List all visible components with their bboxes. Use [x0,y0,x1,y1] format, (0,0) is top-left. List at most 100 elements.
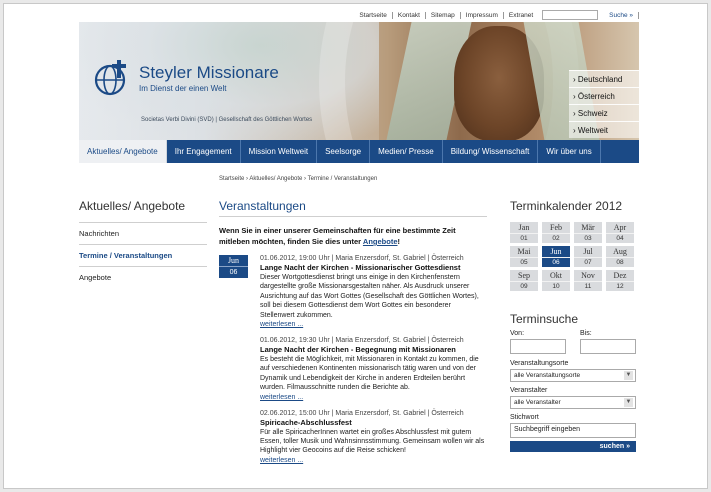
topnav-extranet[interactable]: Extranet [504,12,538,19]
to-label: Bis: [580,330,592,337]
organizer-select-value: alle Veranstalter [514,399,561,406]
organizer-label: Veranstalter [510,387,548,394]
country-link-deutschland[interactable]: › Deutschland [569,70,639,87]
calendar-title: Terminkalender 2012 [510,199,623,213]
topnav-kontakt[interactable]: Kontakt [393,11,426,19]
sidebar-item-angebote[interactable]: Angebote [79,266,207,288]
date-box: Jun 06 [219,255,248,278]
location-select[interactable]: alle Veranstaltungsorte ▼ [510,369,636,382]
intro-text-end: ! [397,237,401,246]
month-calendar: Jan 01 Feb 02 Mär 03 Apr 04 Mai 05 Jun 06 Jul 0… [510,222,636,291]
calendar-month-mar[interactable]: Mär 03 [574,222,602,243]
calendar-month-label: Mai [510,246,538,258]
brand-name: Steyler Missionare [139,63,279,82]
nav-wir-ueber-uns[interactable]: Wir über uns [538,140,601,163]
nav-aktuelles-angebote[interactable]: Aktuelles/ Angebote [79,140,167,163]
chevron-down-icon: ▼ [624,371,633,380]
calendar-month-sep[interactable]: Sep 09 [510,270,538,291]
intro-text-body: Wenn Sie in einer unserer Gemeinschaften… [219,226,456,246]
topnav-startseite[interactable]: Startseite [354,11,393,19]
nav-mission-weltweit[interactable]: Mission Weltweit [241,140,318,163]
date-box-month: Jun [219,255,248,267]
intro-text: Wenn Sie in einer unserer Gemeinschaften… [219,225,487,247]
calendar-month-label: Okt [542,270,570,282]
country-link-schweiz[interactable]: › Schweiz [569,104,639,121]
intro-link-angebote[interactable]: Angebote [363,237,398,246]
calendar-month-label: Dez [606,270,634,282]
date-range-labels: Von: Bis: [510,329,636,339]
calendar-month-label: Feb [542,222,570,234]
event-title[interactable]: Lange Nacht der Kirchen - Missionarische… [260,263,487,273]
right-sidebar: Terminkalender 2012 Jan 01 Feb 02 Mär 03 Ap… [510,199,636,452]
calendar-month-mai[interactable]: Mai 05 [510,246,538,267]
event-item: Jun 06 01.06.2012, 19:00 Uhr | Maria Enz… [219,254,487,329]
calendar-month-aug[interactable]: Aug 08 [606,246,634,267]
event-body: Es besteht die Möglichkeit, mit Missiona… [260,356,479,392]
event-body: Dieser Wortgottesdienst bringt uns einig… [260,274,479,319]
nav-ihr-engagement[interactable]: Ihr Engagement [167,140,241,163]
topnav-sitemap[interactable]: Sitemap [426,11,461,19]
calendar-month-jul[interactable]: Jul 07 [574,246,602,267]
event-read-more[interactable]: weiterlesen ... [260,456,487,465]
site-search-input[interactable] [542,10,599,20]
location-select-value: alle Veranstaltungsorte [514,372,581,379]
event-meta: 02.06.2012, 15:00 Uhr | Maria Enzersdorf… [260,409,464,417]
calendar-month-number: 03 [584,235,592,242]
calendar-month-nov[interactable]: Nov 11 [574,270,602,291]
date-range-inputs [510,339,636,354]
event-search-title: Terminsuche [510,312,579,326]
page-title: Veranstaltungen [219,199,487,217]
event-meta: 01.06.2012, 19:30 Uhr | Maria Enzersdorf… [260,337,464,345]
calendar-month-apr[interactable]: Apr 04 [606,222,634,243]
calendar-month-feb[interactable]: Feb 02 [542,222,570,243]
sidebar-item-termine[interactable]: Termine / Veranstaltungen [79,244,207,266]
main-nav: Aktuelles/ Angebote Ihr Engagement Missi… [79,140,639,163]
site-search-button[interactable]: Suche » [604,11,639,19]
calendar-month-label: Jul [574,246,602,258]
calendar-month-jun[interactable]: Jun 06 [542,246,570,267]
calendar-month-label: Mär [574,222,602,234]
country-link-oesterreich[interactable]: › Österreich [569,87,639,104]
chevron-down-icon: ▼ [624,398,633,407]
event-meta: 01.06.2012, 19:00 Uhr | Maria Enzersdorf… [260,255,464,262]
calendar-month-number: 04 [616,235,624,242]
event-read-more[interactable]: weiterlesen ... [260,320,487,329]
page-frame: Startseite Kontakt Sitemap Impressum Ext… [3,3,708,489]
calendar-month-jan[interactable]: Jan 01 [510,222,538,243]
to-date-input[interactable] [580,339,636,354]
globe-cross-icon [94,60,126,96]
event-read-more[interactable]: weiterlesen ... [260,393,487,402]
calendar-month-number: 07 [584,259,592,266]
calendar-month-number: 11 [584,283,592,290]
event-title[interactable]: Lange Nacht der Kirchen - Begegnung mit … [260,345,487,355]
location-label: Veranstaltungsorte [510,360,569,367]
sidebar-item-nachrichten[interactable]: Nachrichten [79,222,207,244]
country-links: › Deutschland › Österreich › Schweiz › W… [569,70,639,138]
country-link-weltweit[interactable]: › Weltweit [569,121,639,138]
calendar-month-number: 08 [616,259,624,266]
sidebar-title: Aktuelles/ Angebote [79,199,186,213]
nav-seelsorge[interactable]: Seelsorge [317,140,371,163]
calendar-month-number: 02 [552,235,560,242]
calendar-month-dez[interactable]: Dez 12 [606,270,634,291]
keyword-input[interactable]: Suchbegriff eingeben [510,423,636,438]
event-title[interactable]: Spiricache-Abschlussfest [260,418,487,428]
from-date-input[interactable] [510,339,566,354]
nav-medien-presse[interactable]: Medien/ Presse [370,140,443,163]
organizer-select[interactable]: alle Veranstalter ▼ [510,396,636,409]
nav-bildung-wissenschaft[interactable]: Bildung/ Wissenschaft [443,140,539,163]
search-button[interactable]: suchen » [510,441,636,452]
brand-logo[interactable]: Steyler Missionare Im Dienst der einen W… [93,58,279,98]
event-item: 02.06.2012, 15:00 Uhr | Maria Enzersdorf… [219,409,487,465]
sidebar: Aktuelles/ Angebote Nachrichten Termine … [79,199,207,288]
breadcrumb[interactable]: Startseite › Aktuelles/ Angebote › Termi… [219,176,377,182]
calendar-month-number: 05 [520,259,528,266]
date-box-day: 06 [229,269,238,276]
calendar-month-label: Jun [542,246,570,258]
brand-subline: Societas Verbi Divini (SVD) | Gesellscha… [141,117,313,123]
calendar-month-label: Aug [606,246,634,258]
topnav-impressum[interactable]: Impressum [461,11,504,19]
brand-tagline: Im Dienst der einen Welt [139,84,227,93]
calendar-month-okt[interactable]: Okt 10 [542,270,570,291]
main-content: Veranstaltungen Wenn Sie in einer unsere… [219,199,487,472]
